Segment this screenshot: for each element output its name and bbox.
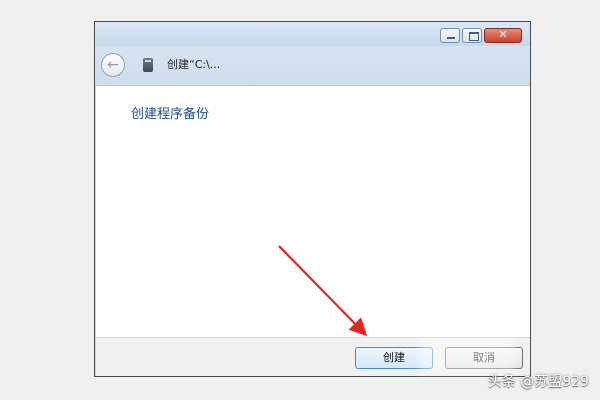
watermark-text: 头条 @苏盟929	[487, 374, 589, 390]
back-button[interactable]: ←	[101, 53, 125, 77]
maximize-icon	[469, 32, 479, 41]
maximize-button[interactable]	[462, 28, 482, 43]
content-panel: 创建程序备份	[96, 86, 530, 337]
dialog-window: ✕ ← 创建“C:\... 创建程序备份 创建 取消	[94, 21, 531, 377]
minimize-icon	[447, 37, 455, 39]
title-bar: ✕	[95, 22, 530, 46]
content-heading: 创建程序备份	[131, 107, 210, 122]
minimize-button[interactable]	[440, 28, 460, 43]
blur-overlay	[420, 335, 515, 373]
window-controls: ✕	[440, 28, 522, 43]
close-button[interactable]: ✕	[484, 28, 522, 43]
close-icon: ✕	[498, 28, 508, 41]
navigation-bar: ← 创建“C:\...	[95, 46, 530, 86]
back-arrow-icon: ←	[107, 57, 119, 73]
backup-app-icon	[143, 58, 153, 72]
wizard-title: 创建“C:\...	[167, 58, 221, 71]
